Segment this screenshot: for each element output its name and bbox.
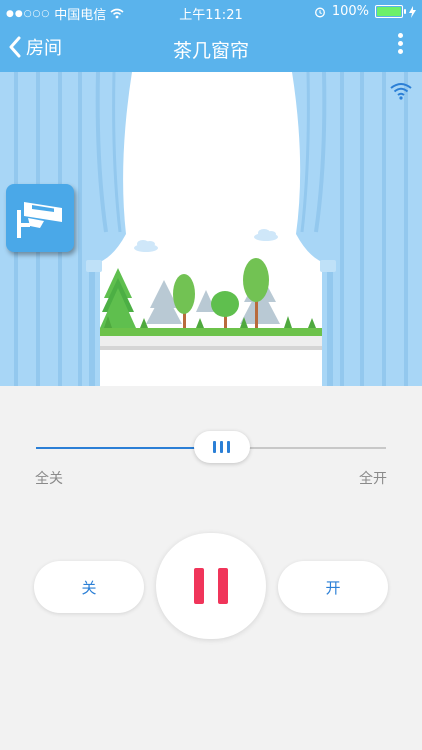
status-bar: ●●○○○ 中国电信 上午11:21 100% [0,0,422,24]
status-right: 100% [314,4,416,19]
curtain-scene [0,72,422,386]
close-curtain-button[interactable]: 关 [34,561,144,613]
more-dot [397,49,403,54]
nav-bar: 房间 茶几窗帘 [0,24,422,72]
thumb-grip [220,441,223,453]
alarm-icon [314,7,325,17]
curtain-position-slider[interactable]: 全关 全开 [0,386,422,506]
thumb-grip [213,441,216,453]
more-dot [397,33,403,38]
battery-icon [375,5,406,18]
close-button-label: 关 [81,578,97,597]
pause-icon [194,568,204,604]
thumb-grip [227,441,230,453]
wifi-icon [390,83,412,100]
pause-button[interactable] [156,533,266,639]
page-title: 茶几窗帘 [172,40,249,62]
open-curtain-button[interactable]: 开 [278,561,388,613]
chevron-left-icon [9,36,21,58]
camera-button[interactable] [6,184,74,252]
pause-icon [218,568,228,604]
charging-icon [409,5,416,18]
slider-min-label: 全关 [35,471,63,487]
battery-percent: 100% [331,4,369,19]
more-dot [397,41,403,46]
slider-thumb[interactable] [193,431,250,463]
open-button-label: 开 [325,578,341,597]
battery-fill [377,7,401,16]
slider-max-label: 全开 [359,471,387,487]
more-options-button[interactable] [392,30,408,64]
back-button[interactable]: 房间 [8,34,62,60]
back-label: 房间 [26,38,62,59]
security-camera-icon [17,202,62,238]
